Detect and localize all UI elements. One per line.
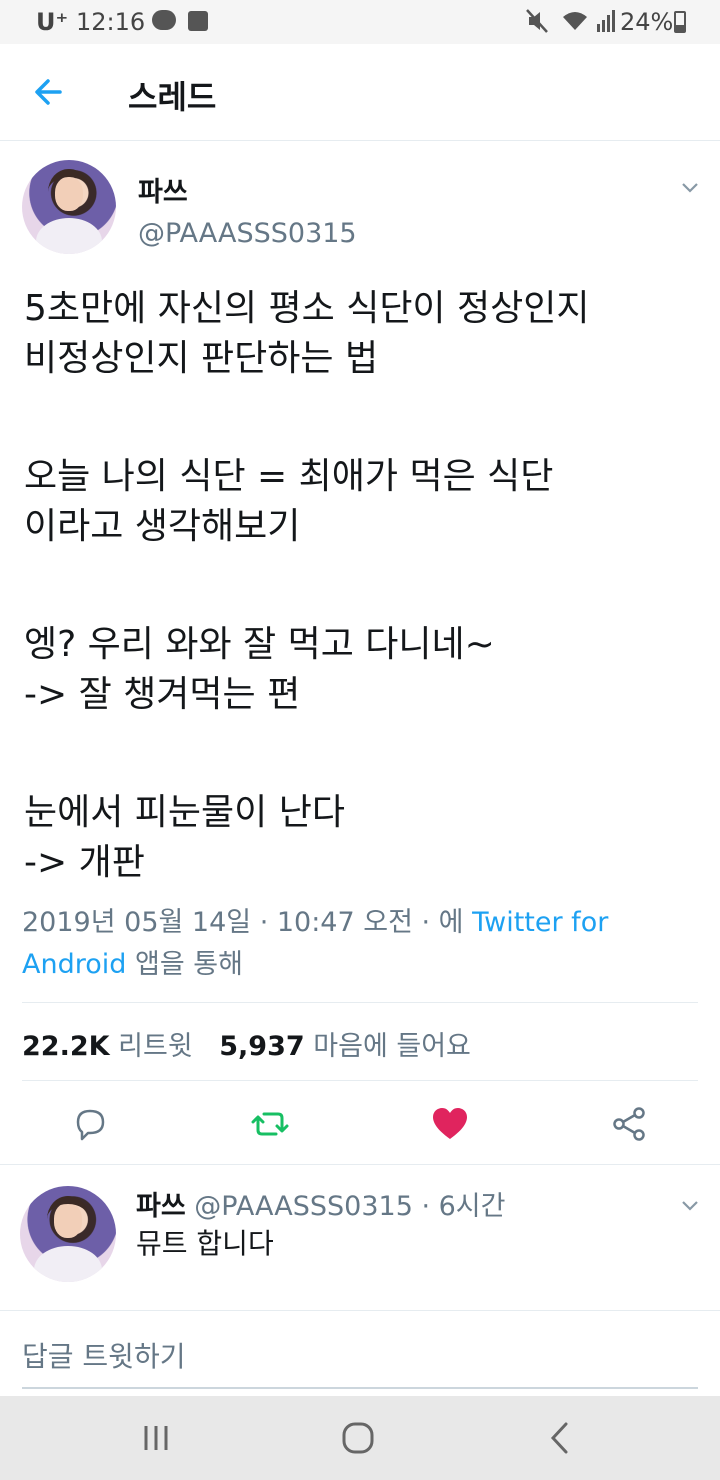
reply-header: 파쓰 @PAAASSS0315 · 6시간 [136,1184,505,1223]
retweet-count[interactable]: 22.2K [22,1031,110,1062]
author-handle[interactable]: @PAAASSS0315 [138,218,357,249]
clock: 12:16 [76,8,146,36]
like-count[interactable]: 5,937 [219,1031,304,1062]
reply-input[interactable]: 답글 트윗하기 [22,1335,185,1375]
wifi-icon [560,8,590,40]
tweet-line: -> 개판 [24,842,145,883]
tweet-line: 오늘 나의 식단 = 최애가 먹은 식단 [24,456,554,497]
tweet-body: 5초만에 자신의 평소 식단이 정상인지 비정상인지 판단하는 법 오늘 나의 … [24,284,696,888]
like-label[interactable]: 마음에 들어요 [313,1031,471,1062]
tweet-line: 눈에서 피눈물이 난다 [24,792,345,833]
recent-apps-button[interactable] [136,1418,176,1458]
tweet-line: 이라고 생각해보기 [24,506,301,547]
tweet-line: 5초만에 자신의 평소 식단이 정상인지 [24,288,590,329]
divider [22,1080,698,1081]
note-icon [188,11,208,31]
reply-compose-bar[interactable]: 답글 트윗하기 [0,1310,720,1397]
reply-cutoff-text [136,1300,416,1310]
retweet-label[interactable]: 리트윗 [118,1031,193,1062]
arrow-left-icon [35,79,62,105]
reply-display-name[interactable]: 파쓰 [136,1191,186,1222]
reply-icon[interactable] [70,1104,110,1144]
kakaotalk-icon [152,10,176,30]
page-title: 스레드 [128,78,217,116]
input-underline [22,1387,698,1389]
tweet-line: 엥? 우리 와와 잘 먹고 다니네~ [24,624,495,665]
back-button[interactable] [30,74,70,110]
tweet-line: 비정상인지 판단하는 법 [24,338,379,379]
home-button[interactable] [338,1418,378,1458]
signal-icon [596,8,616,40]
reply-avatar[interactable] [20,1186,116,1282]
avatar[interactable] [22,160,116,254]
battery-icon [674,11,686,33]
tweet-metadata: 2019년 05월 14일 · 10:47 오전 · 에 Twitter for… [22,902,702,986]
retweet-icon[interactable] [250,1104,290,1144]
chevron-down-icon[interactable] [681,1196,699,1214]
tweet-line: -> 잘 챙겨먹는 편 [24,674,301,715]
battery-percent: 24% [620,8,674,36]
divider [22,1002,698,1003]
source-suffix: 앱을 통해 [126,949,243,980]
share-icon[interactable] [610,1104,650,1144]
heart-icon[interactable] [430,1104,470,1144]
app-header: 스레드 [0,44,720,141]
section-divider [0,1164,720,1165]
mute-icon [526,8,548,40]
author-display-name[interactable]: 파쓰 [138,170,188,209]
tweet-stats: 22.2K 리트윗 5,937 마음에 들어요 [22,1024,489,1063]
chevron-down-icon[interactable] [681,178,699,196]
system-nav-bar [0,1396,720,1480]
reply-meta: @PAAASSS0315 · 6시간 [194,1191,506,1222]
back-nav-button[interactable] [540,1418,580,1458]
carrier-label: U⁺ [36,8,69,36]
status-bar: U⁺ 12:16 24% [0,0,720,44]
tweet-timestamp: 2019년 05월 14일 · 10:47 오전 · 에 [22,907,473,938]
reply-text: 뮤트 합니다 [136,1227,274,1260]
